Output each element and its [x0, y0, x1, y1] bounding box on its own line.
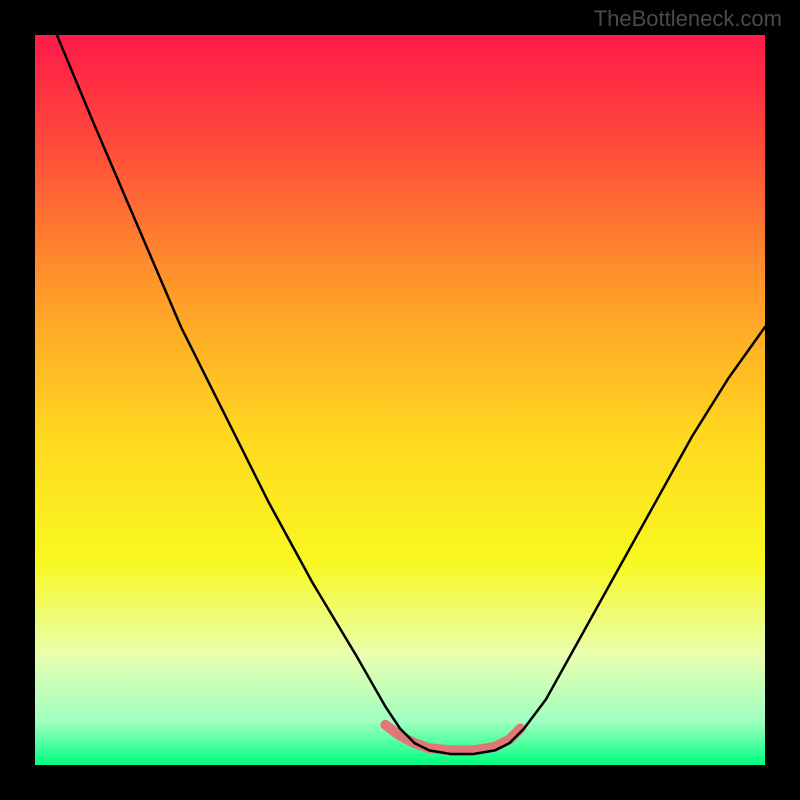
chart-container	[35, 35, 765, 765]
watermark-text: TheBottleneck.com	[594, 6, 782, 32]
bottleneck-curve	[57, 35, 765, 754]
curve-layer	[35, 35, 765, 765]
